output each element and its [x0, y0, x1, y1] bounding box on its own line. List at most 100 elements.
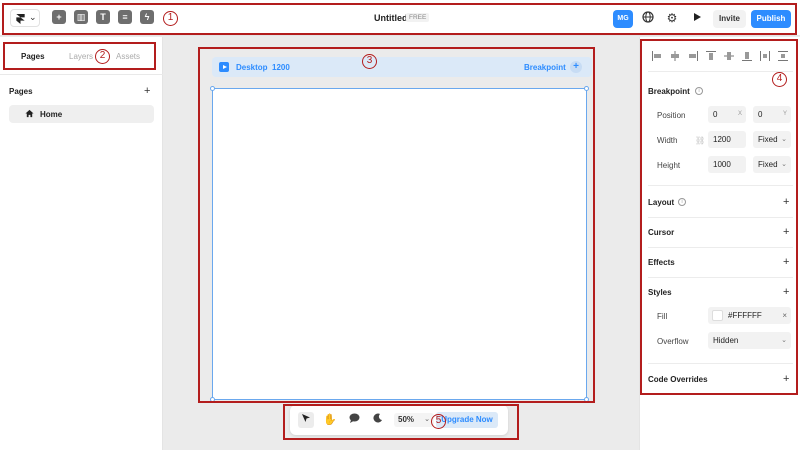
- fill-color-swatch[interactable]: [712, 310, 723, 321]
- moon-icon[interactable]: [370, 412, 386, 428]
- breakpoint-name: Desktop: [236, 63, 268, 72]
- info-icon[interactable]: i: [695, 87, 703, 95]
- breakpoint-width: 1200: [272, 63, 290, 72]
- align-left-icon[interactable]: [652, 51, 662, 61]
- annotation-callout: 3: [362, 54, 377, 69]
- add-layout-icon[interactable]: +: [783, 197, 789, 208]
- cursor-section-title: Cursor: [648, 228, 675, 237]
- page-item-home[interactable]: Home: [9, 105, 154, 123]
- text-icon[interactable]: T: [96, 10, 110, 24]
- height-label: Height: [657, 161, 681, 170]
- framer-logo-icon: [16, 14, 25, 24]
- height-value: 1000: [713, 160, 731, 169]
- resize-handle-br[interactable]: [584, 397, 589, 402]
- add-code-override-icon[interactable]: +: [783, 374, 789, 385]
- divider: [648, 247, 793, 248]
- pages-section-title: Pages: [9, 87, 33, 96]
- fill-input[interactable]: #FFFFFF ×: [708, 307, 791, 324]
- overflow-label: Overflow: [657, 337, 689, 346]
- tab-assets[interactable]: Assets: [116, 52, 140, 61]
- home-icon: [25, 109, 34, 118]
- overflow-select[interactable]: Hidden ⌄: [708, 332, 791, 349]
- cms-icon[interactable]: ≡: [118, 10, 132, 24]
- chevron-down-icon: ⌄: [424, 416, 430, 423]
- chevron-down-icon: ⌄: [781, 136, 787, 143]
- insert-icon[interactable]: +: [52, 10, 66, 24]
- annotation-callout: 5: [431, 414, 446, 429]
- width-mode-value: Fixed: [758, 135, 778, 144]
- position-x-input[interactable]: 0 X: [708, 106, 746, 123]
- resize-handle-tl[interactable]: [210, 86, 215, 91]
- properties-panel: Breakpoint i Position 0 X 0 Y Width ⛓ 12…: [639, 37, 800, 450]
- effects-section-title: Effects: [648, 258, 675, 267]
- fill-label: Fill: [657, 312, 668, 321]
- divider: [648, 217, 793, 218]
- globe-icon[interactable]: [641, 11, 655, 25]
- code-overrides-section-title: Code Overrides: [648, 375, 708, 384]
- align-center-horizontal-icon[interactable]: [670, 51, 680, 61]
- width-input[interactable]: 1200: [708, 131, 746, 148]
- add-effect-icon[interactable]: +: [783, 257, 789, 268]
- height-mode-select[interactable]: Fixed ⌄: [753, 156, 791, 173]
- bottom-toolbar: ✋ 50% ⌄ Upgrade Now: [290, 405, 508, 435]
- tab-pages[interactable]: Pages: [21, 52, 45, 61]
- desktop-frame[interactable]: [210, 86, 589, 402]
- align-bottom-icon[interactable]: [742, 51, 752, 61]
- chevron-down-icon: ⌄: [29, 12, 37, 22]
- project-title[interactable]: Untitled: [374, 13, 408, 23]
- add-breakpoint-label[interactable]: Breakpoint: [524, 63, 566, 72]
- position-x-suffix: X: [737, 111, 742, 117]
- preview-play-icon[interactable]: [219, 62, 229, 72]
- tab-layers[interactable]: Layers: [69, 52, 93, 61]
- fill-value: #FFFFFF: [728, 311, 762, 320]
- divider: [648, 363, 793, 364]
- resize-handle-bl[interactable]: [210, 397, 215, 402]
- play-icon[interactable]: [690, 11, 704, 25]
- position-y-value: 0: [758, 110, 763, 119]
- divider: [648, 277, 793, 278]
- add-page-icon[interactable]: +: [144, 86, 150, 97]
- resize-handle-tr[interactable]: [584, 86, 589, 91]
- layout-icon[interactable]: ▥: [74, 10, 88, 24]
- position-y-input[interactable]: 0 Y: [753, 106, 791, 123]
- link-aspect-icon[interactable]: ⛓: [695, 136, 705, 145]
- breakpoint-bar[interactable]: Desktop 1200 Breakpoint +: [212, 57, 592, 77]
- align-center-vertical-icon[interactable]: [724, 51, 734, 61]
- zoom-value: 50%: [398, 415, 415, 424]
- canvas[interactable]: Desktop 1200 Breakpoint + ✋ 50% ⌄ Upgrad…: [164, 37, 638, 450]
- comment-icon[interactable]: [346, 412, 362, 428]
- gear-icon[interactable]: ⚙: [665, 11, 679, 25]
- layout-section-title: Layout: [648, 198, 675, 207]
- width-value: 1200: [713, 135, 731, 144]
- add-breakpoint-icon[interactable]: +: [570, 61, 582, 73]
- align-right-icon[interactable]: [688, 51, 698, 61]
- info-icon[interactable]: i: [678, 198, 686, 206]
- hand-icon[interactable]: ✋: [322, 412, 338, 428]
- annotation-callout: 4: [772, 72, 787, 87]
- main-menu-button[interactable]: ⌄: [10, 9, 40, 27]
- invite-button[interactable]: Invite: [713, 10, 746, 28]
- chevron-down-icon: ⌄: [781, 337, 787, 344]
- position-label: Position: [657, 111, 686, 120]
- publish-button[interactable]: Publish: [751, 10, 791, 28]
- plugins-icon[interactable]: ϟ: [140, 10, 154, 24]
- add-style-icon[interactable]: +: [783, 287, 789, 298]
- pointer-icon[interactable]: [298, 412, 314, 428]
- tab-divider: [0, 74, 163, 75]
- width-mode-select[interactable]: Fixed ⌄: [753, 131, 791, 148]
- height-mode-value: Fixed: [758, 160, 778, 169]
- position-y-suffix: Y: [782, 111, 787, 117]
- height-input[interactable]: 1000: [708, 156, 746, 173]
- width-label: Width: [657, 136, 678, 145]
- zoom-select[interactable]: 50% ⌄: [394, 413, 434, 427]
- top-toolbar: ⌄ + ▥ T ≡ ϟ Untitled FREE MG ⚙ Invite Pu…: [0, 0, 800, 36]
- page-item-label: Home: [40, 110, 63, 119]
- distribute-horizontal-icon[interactable]: [760, 51, 770, 61]
- align-top-icon[interactable]: [706, 51, 716, 61]
- clear-fill-icon[interactable]: ×: [782, 307, 787, 324]
- user-avatar[interactable]: MG: [613, 10, 633, 28]
- distribute-vertical-icon[interactable]: [778, 51, 788, 61]
- annotation-callout: 1: [163, 11, 178, 26]
- add-cursor-icon[interactable]: +: [783, 227, 789, 238]
- overflow-value: Hidden: [713, 336, 739, 345]
